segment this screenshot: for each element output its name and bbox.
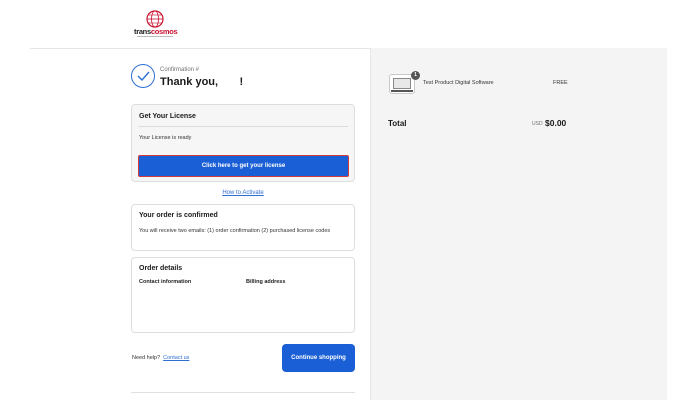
globe-icon: [146, 10, 164, 28]
logo-underline: [137, 36, 173, 37]
transcosmos-logo[interactable]: transcosmos: [134, 10, 178, 38]
header-divider: [30, 48, 370, 49]
product-line-item: 1 Test Product Digital Software: [389, 71, 569, 96]
billing-address-label: Billing address: [246, 279, 286, 285]
help-text: Need help? Contact us: [132, 355, 189, 361]
total-label: Total: [388, 119, 407, 128]
brand-name-part1: trans: [134, 27, 151, 36]
laptop-icon: [393, 78, 411, 89]
product-thumbnail: 1: [389, 71, 420, 94]
order-confirmed-description: You will receive two emails: (1) order c…: [139, 228, 331, 234]
footer-divider: [131, 392, 355, 393]
order-confirmed-title: Your order is confirmed: [139, 212, 218, 219]
confirmation-number-label: Confirmation #: [160, 67, 200, 73]
right-margin: [667, 48, 700, 400]
header: transcosmos: [0, 0, 700, 48]
how-to-activate-link[interactable]: How to Activate: [131, 190, 355, 196]
brand-name: transcosmos: [134, 27, 178, 36]
product-price: FREE: [553, 80, 568, 86]
confirmation-section: Confirmation # Thank you, !: [131, 62, 355, 98]
total-currency: USD: [532, 121, 543, 127]
laptop-base: [391, 90, 413, 92]
order-confirmed-card: Your order is confirmed You will receive…: [131, 204, 355, 251]
license-card-title: Get Your License: [139, 113, 196, 120]
license-status: Your License is ready: [139, 135, 192, 141]
order-details-card: Order details Contact information Billin…: [131, 257, 355, 333]
brand-name-part2: cosmos: [150, 27, 178, 36]
total-value: $0.00: [545, 118, 567, 128]
order-details-title: Order details: [139, 265, 183, 272]
continue-shopping-button[interactable]: Continue shopping: [282, 344, 355, 372]
help-label: Need help?: [132, 355, 161, 361]
license-card: Get Your License Your License is ready C…: [131, 104, 355, 182]
license-card-divider: [138, 126, 348, 127]
contact-us-link[interactable]: Contact us: [163, 355, 189, 361]
thank-you-heading: Thank you, !: [160, 76, 244, 88]
order-summary-panel: [370, 48, 667, 400]
quantity-badge: 1: [411, 71, 420, 80]
confirmation-header: Confirmation # Thank you, !: [131, 62, 355, 98]
get-license-button[interactable]: Click here to get your license: [138, 155, 349, 177]
contact-information-label: Contact information: [139, 279, 192, 285]
check-circle-icon: [131, 64, 155, 88]
product-name: Test Product Digital Software: [423, 80, 494, 86]
